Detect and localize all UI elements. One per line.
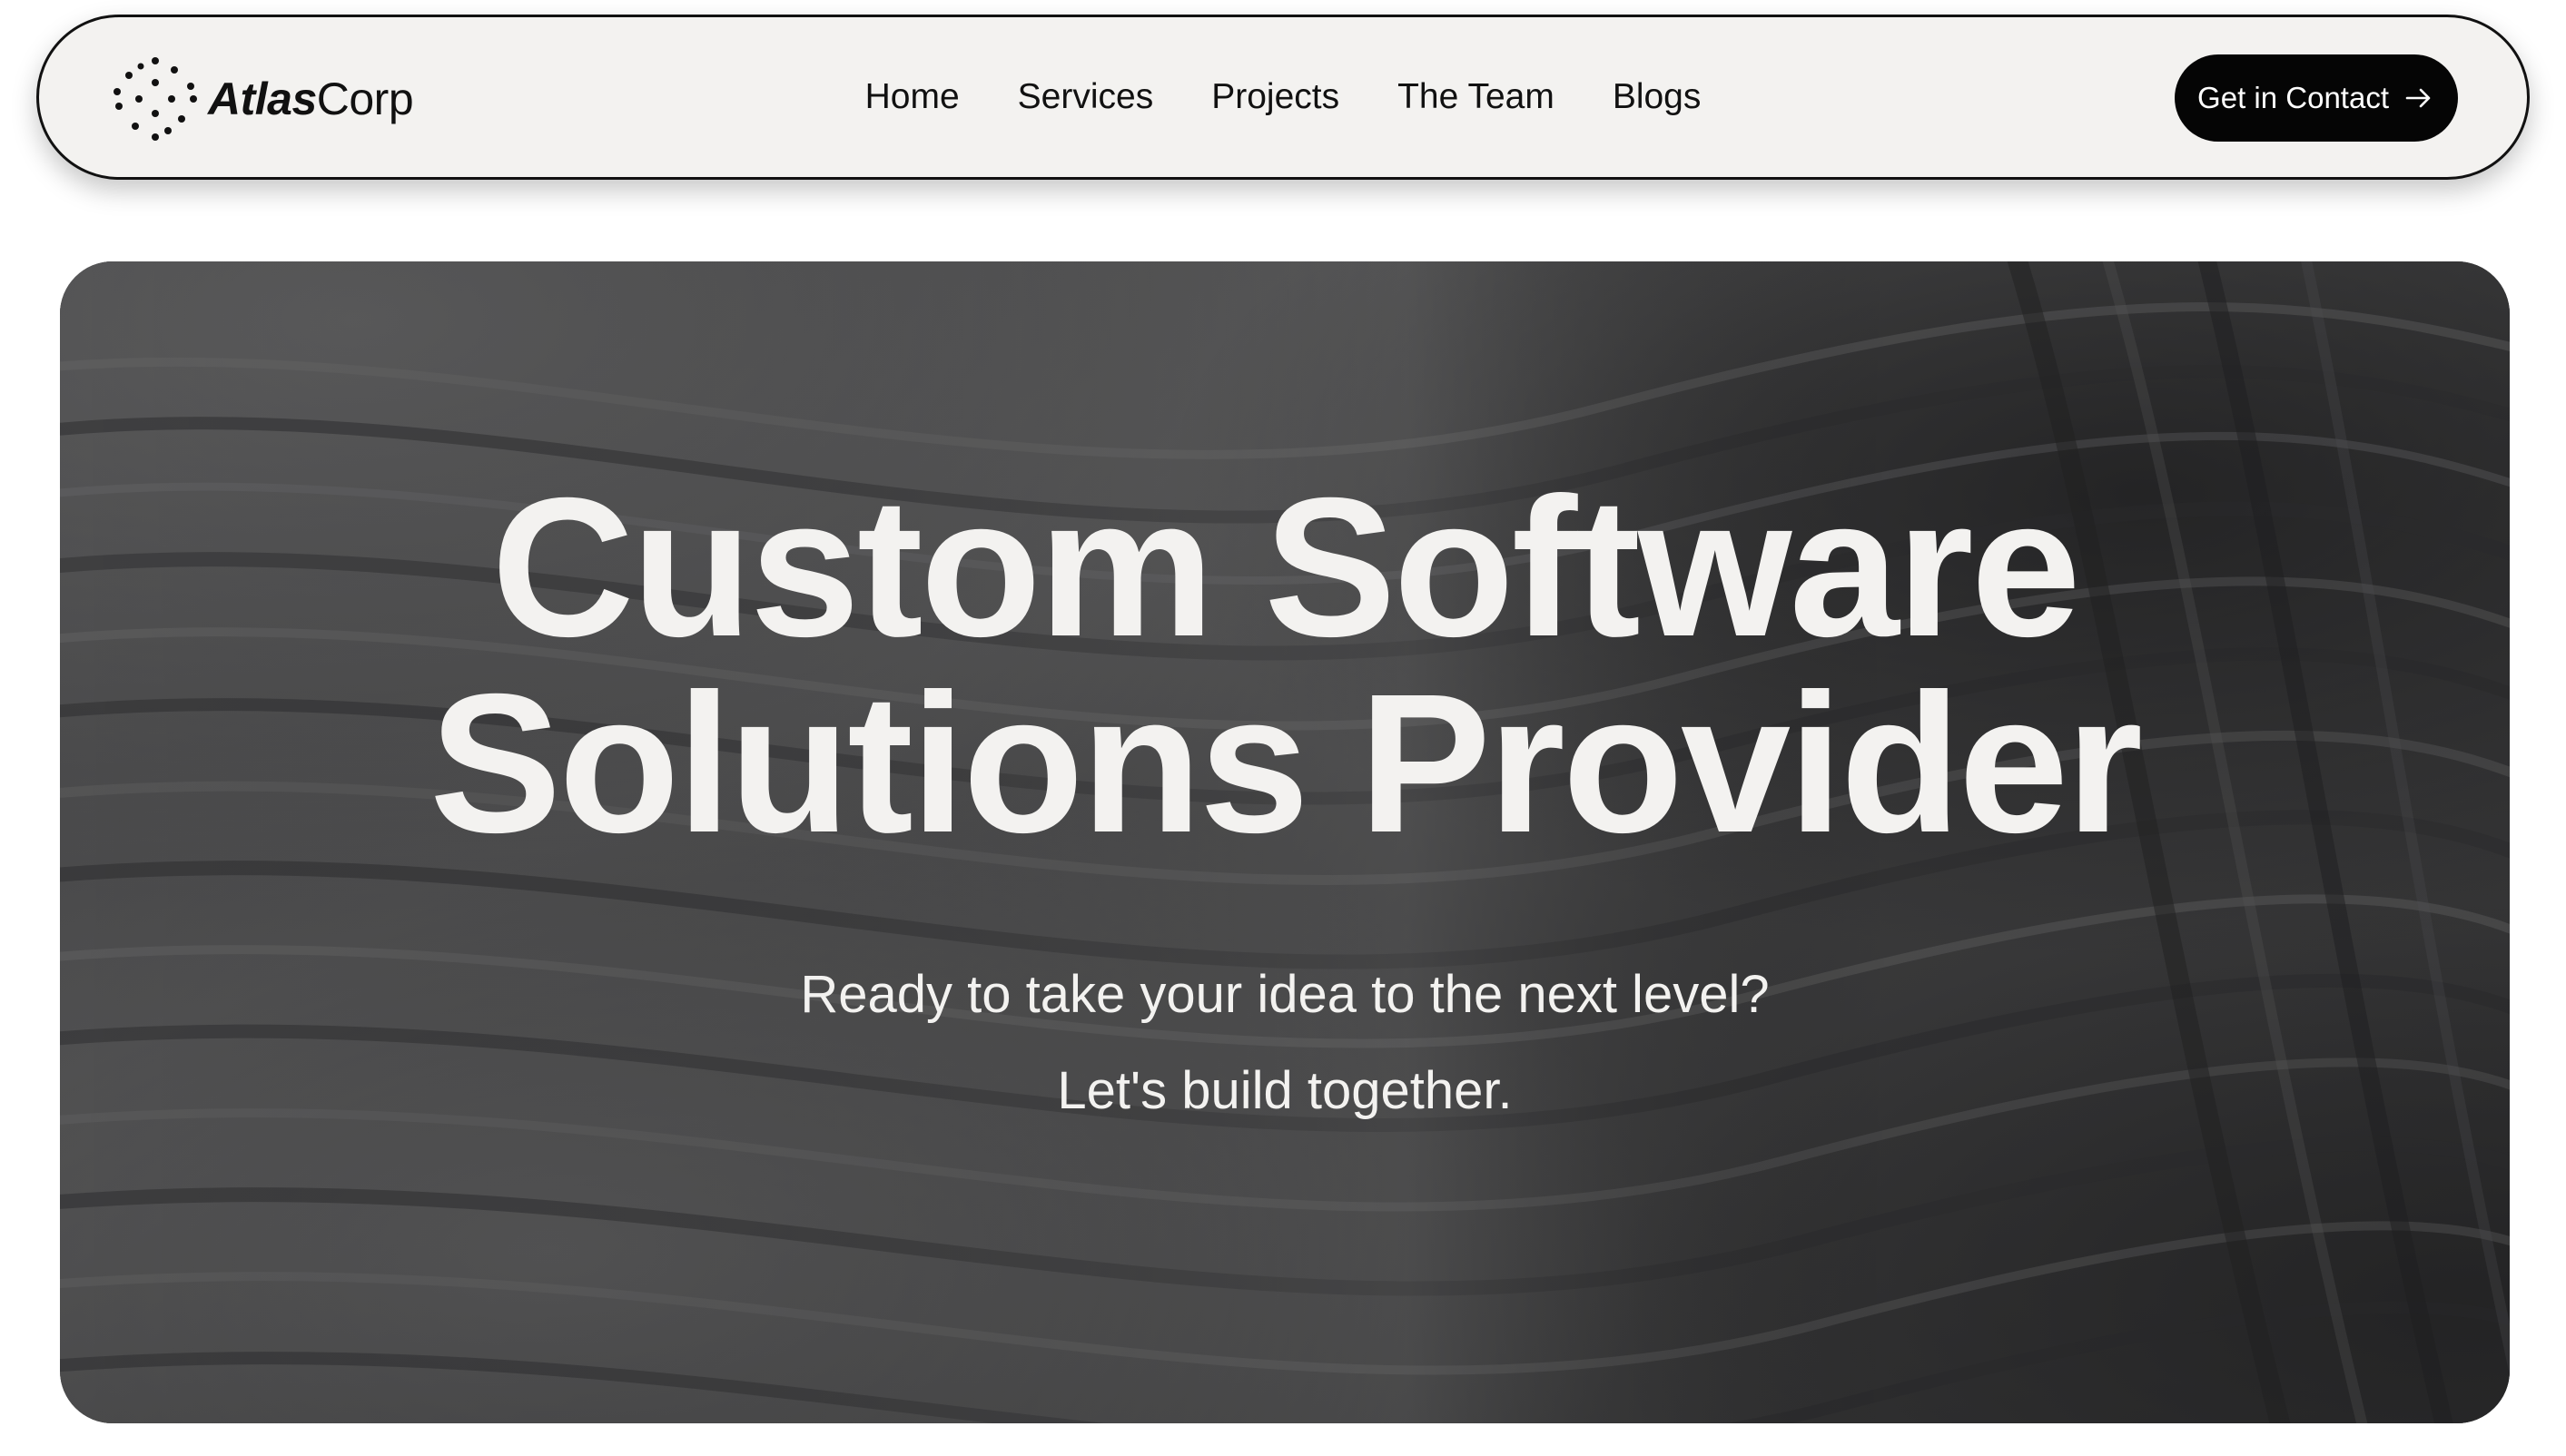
- nav-item-home[interactable]: Home: [865, 70, 960, 124]
- dotted-diamond-icon: [113, 57, 197, 141]
- get-in-contact-label: Get in Contact: [2197, 81, 2389, 114]
- navbar: Atlas Corp Home Services Projects The Tea…: [36, 15, 2530, 180]
- hero-title: Custom Software Solutions Provider: [60, 457, 2510, 874]
- brand-logo[interactable]: Atlas Corp: [112, 57, 414, 141]
- get-in-contact-button[interactable]: Get in Contact: [2175, 54, 2458, 142]
- hero-subtitle: Ready to take your idea to the next leve…: [60, 947, 2510, 1139]
- hero-title-line-1: Custom Software: [491, 457, 2081, 678]
- nav-item-services[interactable]: Services: [1018, 70, 1154, 124]
- hero-section: Custom Software Solutions Provider Ready…: [60, 261, 2510, 1423]
- nav-item-projects[interactable]: Projects: [1211, 70, 1339, 124]
- nav-item-the-team[interactable]: The Team: [1397, 70, 1554, 124]
- brand-name-light: Corp: [316, 74, 414, 124]
- brand-name-bold: Atlas: [208, 74, 317, 124]
- hero-subtitle-line-2: Let's build together.: [1057, 1061, 1513, 1120]
- brand-name: Atlas Corp: [208, 73, 414, 125]
- arrow-right-icon: [2405, 88, 2431, 108]
- hero-title-line-2: Solutions Provider: [429, 654, 2143, 874]
- hero-subtitle-line-1: Ready to take your idea to the next leve…: [800, 965, 1770, 1024]
- nav-item-blogs[interactable]: Blogs: [1613, 70, 1702, 124]
